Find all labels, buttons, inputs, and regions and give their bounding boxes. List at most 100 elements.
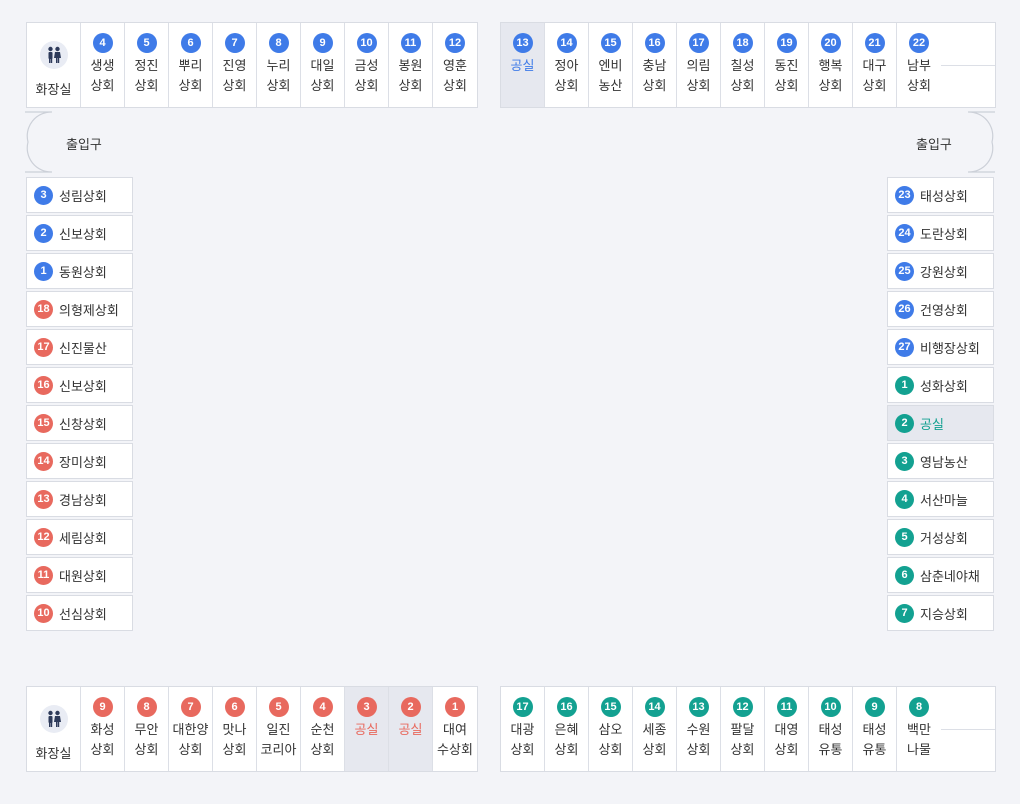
stall-number-badge: 11 [34,565,53,585]
stall-bottom_left-6[interactable]: 6 맛나 상회 [213,687,257,771]
stall-left_col-red-16[interactable]: 16 신보상회 [26,367,133,403]
stall-bottom_left-5[interactable]: 5 일진 코리아 [257,687,301,771]
restroom-top[interactable]: 화장실 [27,23,81,107]
stall-name: 장미상회 [59,455,107,471]
stall-right_col-green-6[interactable]: 6 삼춘네야채 [887,557,994,593]
stall-right_col-blue-27[interactable]: 27 비행장상회 [887,329,994,365]
stall-bottom_right-17[interactable]: 17 대광 상회 [501,687,545,771]
stall-number-badge: 23 [895,185,914,205]
stall-name: 공실 [398,723,423,738]
stall-name: 정아 상회 [554,59,579,94]
stall-right_col-green-2[interactable]: 2 공실 [887,405,994,441]
stall-top_left-8[interactable]: 8 누리 상회 [257,23,301,107]
stall-number-badge: 6 [180,33,201,53]
stall-left_col-red-18[interactable]: 18 의형제상회 [26,291,133,327]
stall-top_left-7[interactable]: 7 진영 상회 [213,23,257,107]
stall-bottom_right-15[interactable]: 15 삼오 상회 [589,687,633,771]
stall-left_col-blue-2[interactable]: 2 신보상회 [26,215,133,251]
stall-top_left-6[interactable]: 6 뿌리 상회 [169,23,213,107]
stall-bottom_right-8[interactable]: 8 백만 나물 [897,687,941,771]
stall-top_right-14[interactable]: 14 정아 상회 [545,23,589,107]
stall-number-badge: 8 [909,697,929,717]
stall-name: 비행장상회 [920,341,980,357]
stall-number-badge: 2 [895,413,914,433]
stall-bottom_right-10[interactable]: 10 태성 유통 [809,687,853,771]
stall-bottom_right-9[interactable]: 9 태성 유통 [853,687,897,771]
stall-top_right-20[interactable]: 20 행복 상회 [809,23,853,107]
stall-bottom_right-11[interactable]: 11 대영 상회 [765,687,809,771]
stall-left_col-red-11[interactable]: 11 대원상회 [26,557,133,593]
stall-number-badge: 9 [92,697,113,717]
stall-right_col-green-5[interactable]: 5 거성상회 [887,519,994,555]
stall-top_right-18[interactable]: 18 칠성 상회 [721,23,765,107]
stall-left_col-red-13[interactable]: 13 경남상회 [26,481,133,517]
stall-bottom_right-12[interactable]: 12 팔달 상회 [721,687,765,771]
stall-name: 성림상회 [59,189,107,205]
stall-name: 칠성 상회 [730,59,755,94]
stall-bottom_right-16[interactable]: 16 은혜 상회 [545,687,589,771]
stall-top_right-22[interactable]: 22 남부 상회 [897,23,941,107]
stall-number-badge: 11 [776,697,797,717]
top-left-row: 화장실 4 생생 상회 5 정진 상회 6 뿌리 상회 7 진영 상회 8 누리 상회 9 대일 상회… [26,22,478,108]
stall-bottom_left-3[interactable]: 3 공실 [345,687,389,771]
stall-top_left-12[interactable]: 12 영훈 상회 [433,23,477,107]
stall-top_right-21[interactable]: 21 대구 상회 [853,23,897,107]
stall-top_right-19[interactable]: 19 동진 상회 [765,23,809,107]
stall-name: 수원 상회 [686,723,711,758]
stall-top_left-4[interactable]: 4 생생 상회 [81,23,125,107]
stall-bottom_left-4[interactable]: 4 순천 상회 [301,687,345,771]
stall-left_col-red-15[interactable]: 15 신창상회 [26,405,133,441]
stall-name: 태성 유통 [818,723,843,758]
stall-right_col-green-3[interactable]: 3 영남농산 [887,443,994,479]
stall-bottom_left-9[interactable]: 9 화성 상회 [81,687,125,771]
stall-top_right-13[interactable]: 13 공실 [501,23,545,107]
stall-name: 선심상회 [59,607,107,623]
stall-bottom_left-2[interactable]: 2 공실 [389,687,433,771]
entrance-right-marker [967,111,995,173]
stall-name: 신보상회 [59,379,107,395]
stall-name: 대일 상회 [310,59,335,94]
stall-bottom_left-7[interactable]: 7 대한양 상회 [169,687,213,771]
stall-bottom_left-1[interactable]: 1 대여 수상회 [433,687,477,771]
restroom-bottom[interactable]: 화장실 [27,687,81,771]
stall-name: 공실 [920,417,944,433]
stall-right_col-green-4[interactable]: 4 서산마늘 [887,481,994,517]
stall-number-badge: 11 [400,33,421,53]
stall-top_right-16[interactable]: 16 충남 상회 [633,23,677,107]
stall-right_col-blue-25[interactable]: 25 강원상회 [887,253,994,289]
stall-top_left-10[interactable]: 10 금성 상회 [345,23,389,107]
stall-top_left-5[interactable]: 5 정진 상회 [125,23,169,107]
stall-left_col-red-17[interactable]: 17 신진물산 [26,329,133,365]
stall-number-badge: 3 [34,185,53,205]
stall-right_col-green-7[interactable]: 7 지승상회 [887,595,994,631]
stall-right_col-blue-26[interactable]: 26 건영상회 [887,291,994,327]
stall-right_col-blue-24[interactable]: 24 도란상회 [887,215,994,251]
stall-name: 신창상회 [59,417,107,433]
stall-name: 화성 상회 [90,723,115,758]
stall-number-badge: 8 [136,697,157,717]
stall-bottom_right-13[interactable]: 13 수원 상회 [677,687,721,771]
stall-left_col-red-10[interactable]: 10 선심상회 [26,595,133,631]
stall-number-badge: 20 [820,33,841,53]
stall-left_col-red-14[interactable]: 14 장미상회 [26,443,133,479]
stall-name: 도란상회 [920,227,968,243]
restroom-icon [39,705,68,733]
stall-left_col-blue-3[interactable]: 3 성림상회 [26,177,133,213]
stall-top_right-15[interactable]: 15 엔비 농산 [589,23,633,107]
stall-number-badge: 19 [776,33,797,53]
stall-number-badge: 15 [600,697,621,717]
stall-right_col-blue-23[interactable]: 23 태성상회 [887,177,994,213]
stall-name: 성화상회 [920,379,968,395]
stall-name: 동진 상회 [774,59,799,94]
stall-bottom_right-14[interactable]: 14 세종 상회 [633,687,677,771]
stall-left_col-blue-1[interactable]: 1 동원상회 [26,253,133,289]
stall-right_col-green-1[interactable]: 1 성화상회 [887,367,994,403]
stall-number-badge: 14 [556,33,577,53]
stall-top_left-9[interactable]: 9 대일 상회 [301,23,345,107]
stall-top_left-11[interactable]: 11 봉원 상회 [389,23,433,107]
stall-number-badge: 3 [356,697,377,717]
stall-top_right-17[interactable]: 17 의림 상회 [677,23,721,107]
stall-bottom_left-8[interactable]: 8 무안 상회 [125,687,169,771]
stall-left_col-red-12[interactable]: 12 세림상회 [26,519,133,555]
stall-number-badge: 8 [268,33,289,53]
